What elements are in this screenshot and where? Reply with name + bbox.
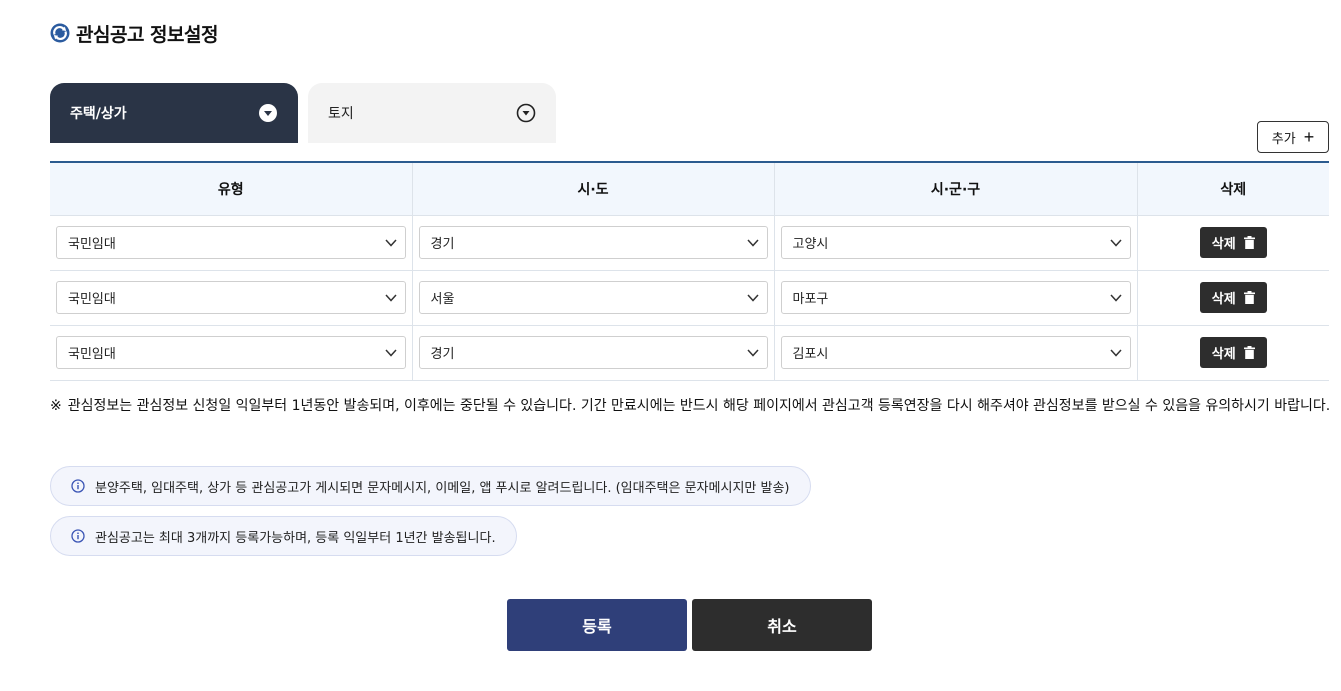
type-select-value: 국민임대 bbox=[68, 237, 116, 252]
tab-label: 주택/상가 bbox=[70, 106, 127, 122]
province-select[interactable]: 경기 bbox=[418, 336, 768, 369]
district-select[interactable]: 고양시 bbox=[780, 226, 1131, 259]
district-select-value: 고양시 bbox=[792, 237, 829, 252]
trash-icon bbox=[1243, 291, 1255, 304]
info-text: 분양주택, 임대주택, 상가 등 관심공고가 게시되면 문자메시지, 이메일, … bbox=[95, 480, 790, 496]
info-text: 관심공고는 최대 3개까지 등록가능하며, 등록 익일부터 1년간 발송됩니다. bbox=[95, 530, 496, 546]
type-select-value: 국민임대 bbox=[68, 347, 116, 362]
delete-button-label: 삭제 bbox=[1211, 346, 1236, 361]
district-select[interactable]: 김포시 bbox=[780, 336, 1131, 369]
header-type: 유형 bbox=[50, 162, 413, 216]
tab-label: 토지 bbox=[328, 106, 354, 122]
notice: ※ 관심정보는 관심정보 신청일 익일부터 1년동안 발송되며, 이후에는 중단… bbox=[50, 393, 1340, 419]
notice-mark: ※ bbox=[50, 398, 62, 414]
chevron-down-icon bbox=[746, 293, 759, 302]
info-circle-icon bbox=[71, 479, 85, 493]
table-row: 국민임대 경기 고양시 삭제 bbox=[50, 215, 1329, 271]
header-district: 시·군·구 bbox=[774, 162, 1138, 216]
page-title: 관심공고 정보설정 bbox=[76, 23, 218, 46]
province-select-value: 서울 bbox=[430, 292, 455, 307]
delete-button[interactable]: 삭제 bbox=[1199, 282, 1267, 313]
header-delete: 삭제 bbox=[1137, 162, 1329, 216]
interest-table: 유형 시·도 시·군·구 삭제 국민임대 경기 고양시 삭제 국민임대 서울 마… bbox=[50, 161, 1329, 381]
type-select[interactable]: 국민임대 bbox=[56, 336, 406, 369]
province-select-value: 경기 bbox=[430, 237, 455, 252]
table-row: 국민임대 경기 김포시 삭제 bbox=[50, 325, 1329, 381]
chevron-down-icon bbox=[384, 293, 397, 302]
chevron-down-icon bbox=[746, 238, 759, 247]
delete-button-label: 삭제 bbox=[1211, 236, 1236, 251]
add-button-label: 추가 bbox=[1271, 130, 1296, 146]
info-banner-notification: 분양주택, 임대주택, 상가 등 관심공고가 게시되면 문자메시지, 이메일, … bbox=[50, 466, 811, 506]
refresh-icon bbox=[50, 23, 70, 43]
chevron-circle-down-icon bbox=[259, 104, 277, 122]
delete-button[interactable]: 삭제 bbox=[1199, 337, 1267, 368]
trash-icon bbox=[1243, 236, 1255, 249]
province-select-value: 경기 bbox=[430, 347, 455, 362]
chevron-circle-down-icon bbox=[516, 103, 536, 123]
district-select[interactable]: 마포구 bbox=[780, 281, 1131, 314]
type-select-value: 국민임대 bbox=[68, 292, 116, 307]
info-circle-icon bbox=[71, 529, 85, 543]
chevron-down-icon bbox=[1109, 238, 1122, 247]
header-province: 시·도 bbox=[412, 162, 775, 216]
add-button[interactable]: 추가 + bbox=[1257, 121, 1329, 153]
trash-icon bbox=[1243, 346, 1255, 359]
chevron-down-icon bbox=[384, 348, 397, 357]
tab-land[interactable]: 토지 bbox=[308, 83, 556, 143]
info-banner-limit: 관심공고는 최대 3개까지 등록가능하며, 등록 익일부터 1년간 발송됩니다. bbox=[50, 516, 517, 556]
chevron-down-icon bbox=[1109, 348, 1122, 357]
province-select[interactable]: 경기 bbox=[418, 226, 768, 259]
type-select[interactable]: 국민임대 bbox=[56, 226, 406, 259]
type-select[interactable]: 국민임대 bbox=[56, 281, 406, 314]
chevron-down-icon bbox=[1109, 293, 1122, 302]
delete-button[interactable]: 삭제 bbox=[1199, 227, 1267, 258]
province-select[interactable]: 서울 bbox=[418, 281, 768, 314]
table-header-row: 유형 시·도 시·군·구 삭제 bbox=[50, 162, 1329, 216]
cancel-button[interactable]: 취소 bbox=[692, 599, 872, 651]
chevron-down-icon bbox=[384, 238, 397, 247]
chevron-down-icon bbox=[746, 348, 759, 357]
tab-housing-commercial[interactable]: 주택/상가 bbox=[50, 83, 298, 143]
notice-text: 관심정보는 관심정보 신청일 익일부터 1년동안 발송되며, 이후에는 중단될 … bbox=[67, 398, 1331, 414]
delete-button-label: 삭제 bbox=[1211, 291, 1236, 306]
district-select-value: 김포시 bbox=[792, 347, 829, 362]
district-select-value: 마포구 bbox=[792, 292, 829, 307]
table-row: 국민임대 서울 마포구 삭제 bbox=[50, 270, 1329, 326]
page-header: 관심공고 정보설정 bbox=[50, 20, 218, 46]
plus-icon: + bbox=[1303, 127, 1315, 147]
register-button[interactable]: 등록 bbox=[507, 599, 687, 651]
